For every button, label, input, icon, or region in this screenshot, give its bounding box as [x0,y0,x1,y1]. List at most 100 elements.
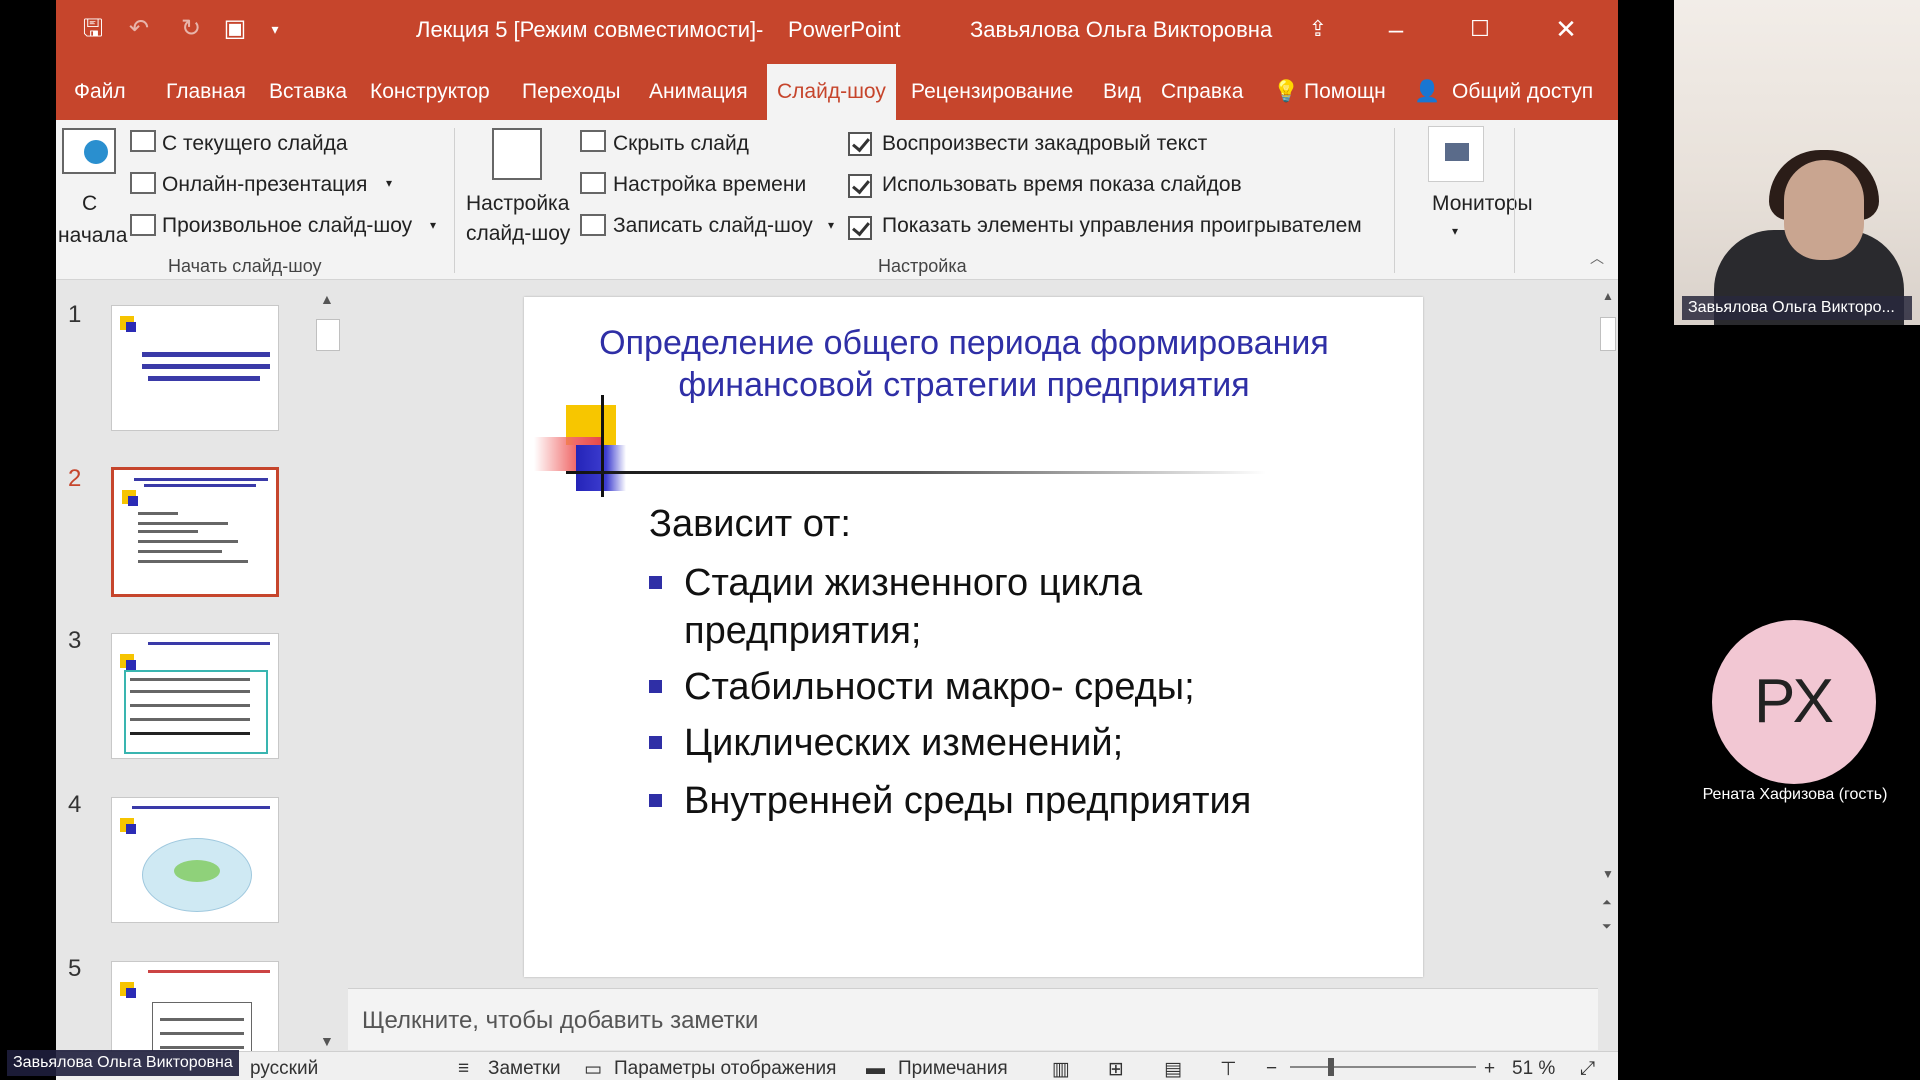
account-name[interactable]: Завьялова Ольга Викторовна [970,17,1272,43]
save-icon[interactable]: 🖫 [78,14,108,44]
slide-sorter-icon[interactable]: ⊞ [1108,1058,1124,1080]
from-beginning-icon[interactable] [62,128,116,174]
chevron-down-icon[interactable]: ▾ [1452,224,1458,238]
lightbulb-icon[interactable]: 💡 [1273,80,1299,104]
normal-view-icon[interactable]: ▥ [1052,1058,1070,1080]
zoom-slider-thumb[interactable] [1328,1058,1334,1076]
scroll-up-icon[interactable]: ▲ [1602,289,1614,303]
zoom-in-icon[interactable]: + [1484,1058,1495,1080]
scrollbar-thumb[interactable] [316,319,340,351]
online-presentation-button[interactable]: Онлайн-презентация [162,173,367,197]
bullet-text: Стабильности макро- среды; [684,666,1195,708]
tab-animations[interactable]: Анимация [649,80,748,104]
tab-design[interactable]: Конструктор [370,80,490,104]
ribbon: С начала С текущего слайда Онлайн-презен… [56,120,1618,280]
collapse-ribbon-icon[interactable]: ︿ [1590,248,1604,268]
ribbon-display-icon[interactable]: ⇪ [1298,12,1338,46]
display-settings-icon[interactable]: ▭ [584,1058,602,1080]
slide-show-icon[interactable]: ⊤ [1220,1058,1237,1080]
comments-icon[interactable]: ▬ [866,1058,885,1080]
rehearse-timings-icon [580,172,606,194]
present-icon[interactable]: ▣ [220,14,250,44]
ribbon-divider [454,128,455,273]
reading-view-icon[interactable]: ▤ [1164,1058,1182,1080]
notes-button[interactable]: Заметки [488,1058,561,1080]
slide-thumbnail[interactable] [111,633,279,759]
record-show-button[interactable]: Записать слайд-шоу [613,214,813,238]
tab-home[interactable]: Главная [166,80,246,104]
notes-pane[interactable]: Щелкните, чтобы добавить заметки [348,988,1598,1050]
tab-insert[interactable]: Вставка [269,80,347,104]
previous-slide-icon[interactable]: ⏶ [1602,895,1612,910]
close-icon[interactable]: ✕ [1546,12,1586,46]
play-narrations-checkbox[interactable] [848,132,872,156]
chevron-down-icon[interactable]: ▾ [828,218,834,232]
scroll-down-icon[interactable]: ▼ [320,1033,334,1049]
show-media-controls-label[interactable]: Показать элементы управления проигрывате… [882,214,1362,238]
zoom-level[interactable]: 51 % [1512,1058,1555,1080]
undo-icon[interactable]: ↶ [124,14,154,44]
ribbon-divider [1394,128,1395,273]
from-beginning-button[interactable]: С [82,192,97,216]
rehearse-timings-button[interactable]: Настройка времени [613,173,806,197]
tab-slide-show[interactable]: Слайд-шоу [767,64,896,120]
hide-slide-button[interactable]: Скрыть слайд [613,132,749,156]
customize-qat-icon[interactable]: ▾ [260,14,290,44]
monitors-icon[interactable] [1428,126,1484,182]
current-slide[interactable]: Определение общего периода формирования … [524,297,1423,977]
custom-show-button[interactable]: Произвольное слайд-шоу [162,214,412,238]
group-label-setup: Настройка [878,256,967,276]
notes-icon[interactable]: ≡ [458,1058,469,1080]
scrollbar-thumb[interactable] [1600,317,1616,351]
zoom-slider[interactable] [1290,1066,1476,1068]
presenter-video[interactable] [1674,0,1920,325]
slide-thumbnail[interactable] [111,305,279,431]
use-timings-label[interactable]: Использовать время показа слайдов [882,173,1242,197]
chevron-down-icon[interactable]: ▾ [386,176,392,190]
minimize-icon[interactable]: – [1376,12,1416,46]
from-beginning-label[interactable]: начала [58,224,127,248]
show-media-controls-checkbox[interactable] [848,216,872,240]
tab-file[interactable]: Файл [74,80,126,104]
monitors-button[interactable]: Мониторы [1432,192,1533,216]
slide-thumbnail-selected[interactable] [111,467,279,597]
share-button[interactable]: Общий доступ [1452,80,1593,104]
slide-subheading[interactable]: Зависит от: [649,503,851,546]
play-narrations-label[interactable]: Воспроизвести закадровый текст [882,132,1207,156]
chevron-down-icon[interactable]: ▾ [430,218,436,232]
tab-help[interactable]: Справка [1161,80,1243,104]
tab-view[interactable]: Вид [1103,80,1141,104]
language-indicator[interactable]: русский [250,1058,318,1080]
bullet-text: Стадии жизненного цикла предприятия; [684,562,1143,652]
redo-icon[interactable]: ↻ [176,14,206,44]
setup-show-button[interactable]: Настройка [466,192,569,216]
from-current-button[interactable]: С текущего слайда [162,132,348,156]
display-settings-button[interactable]: Параметры отображения [614,1058,836,1080]
setup-show-icon[interactable] [492,128,542,180]
next-slide-icon[interactable]: ⏷ [1602,919,1612,934]
title-bar: 🖫 ↶ ↻ ▣ ▾ Лекция 5 [Режим совместимости]… [56,0,1618,60]
scroll-up-icon[interactable]: ▲ [320,291,334,307]
tab-review[interactable]: Рецензирование [911,80,1073,104]
guest-avatar[interactable]: РХ [1712,620,1876,784]
notes-placeholder[interactable]: Щелкните, чтобы добавить заметки [362,1007,758,1035]
slide-thumbnails-pane: 1 2 3 4 5 ▲ ▼ [56,281,348,1080]
fit-to-window-icon[interactable]: ⤢ [1580,1058,1595,1080]
slide-thumbnail[interactable] [111,797,279,923]
tab-tell-me[interactable]: Помощн [1304,80,1386,104]
comments-button[interactable]: Примечания [898,1058,1008,1080]
use-timings-checkbox[interactable] [848,174,872,198]
setup-show-label[interactable]: слайд-шоу [466,222,570,246]
slide-scrollbar[interactable]: ▲ ▼ ⏶ ⏷ [1598,281,1618,1051]
scroll-down-icon[interactable]: ▼ [1602,867,1614,881]
thumbnails-scrollbar[interactable]: ▲ ▼ [314,289,342,1049]
record-icon [580,214,606,236]
tab-transitions[interactable]: Переходы [522,80,621,104]
custom-show-icon [130,214,156,236]
presenter-face [1784,160,1864,260]
slide-title[interactable]: Определение общего периода формирования … [564,322,1364,406]
title-separator: - [756,17,764,42]
zoom-out-icon[interactable]: − [1266,1058,1277,1080]
person-icon[interactable]: 👤 [1414,80,1440,104]
maximize-icon[interactable]: ☐ [1460,12,1500,46]
